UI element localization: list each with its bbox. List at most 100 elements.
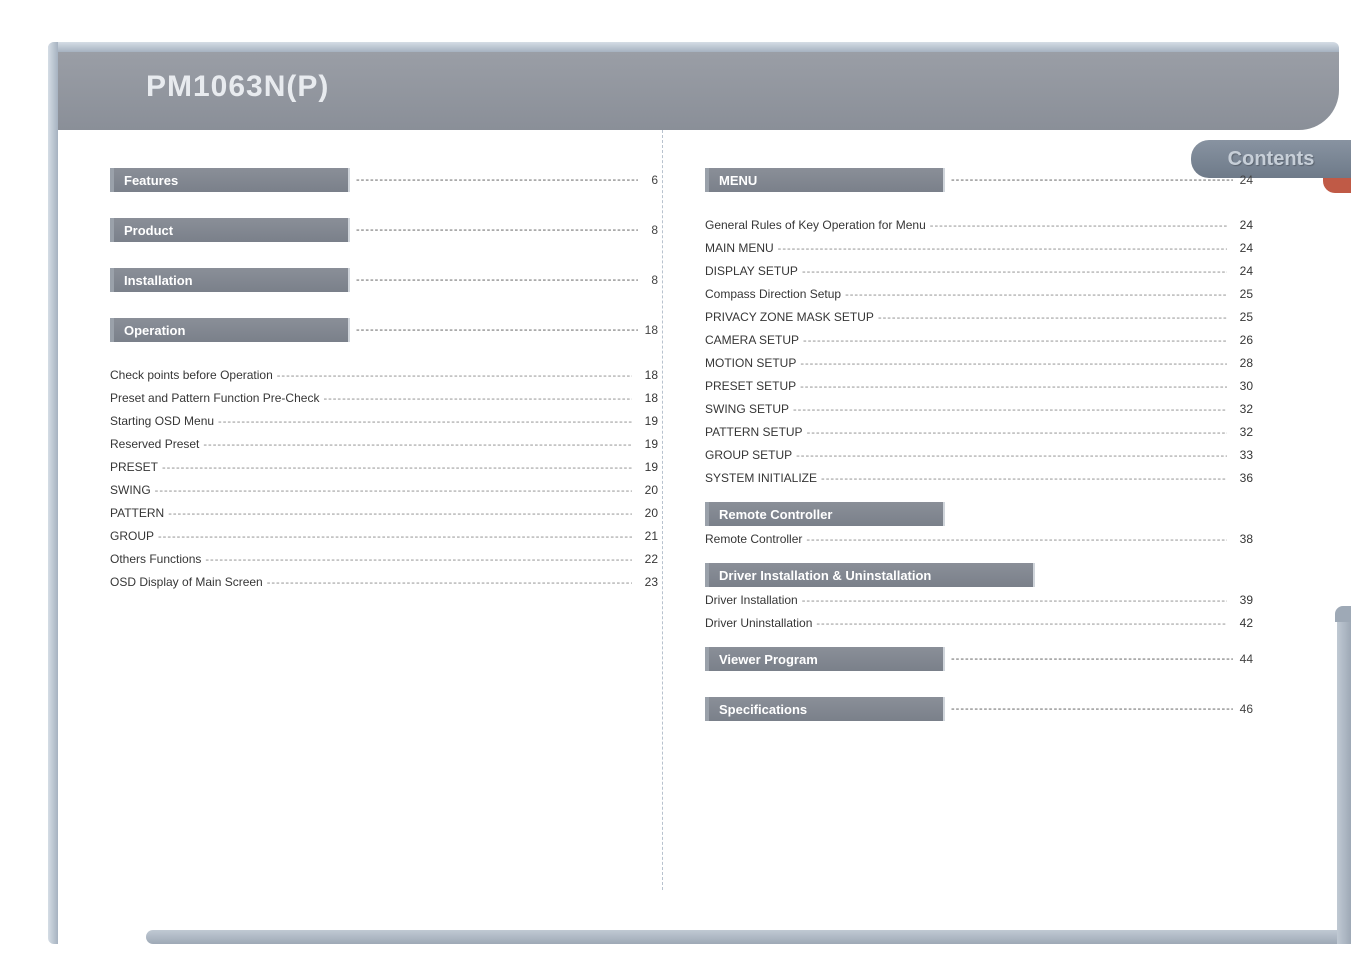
toc-leader: ----------------------------------------… [155, 485, 632, 497]
toc-page: 26 [1227, 333, 1253, 347]
toc-entry: PRESET SETUP----------------------------… [705, 379, 1253, 393]
section-heading: Installation----------------------------… [110, 268, 658, 292]
section-heading: Remote Controller [705, 502, 1253, 526]
section-heading: Driver Installation & Uninstallation [705, 563, 1253, 587]
toc-entry: Compass Direction Setup-----------------… [705, 287, 1253, 301]
section-leader: ----------------------------------------… [945, 703, 1233, 715]
toc-page: 28 [1227, 356, 1253, 370]
toc-leader: ----------------------------------------… [793, 404, 1227, 416]
toc-entry: PRIVACY ZONE MASK SETUP-----------------… [705, 310, 1253, 324]
toc-leader: ----------------------------------------… [845, 289, 1227, 301]
toc-leader: ----------------------------------------… [162, 462, 632, 474]
toc-page: 18 [632, 391, 658, 405]
toc-page: 20 [632, 483, 658, 497]
section-title: Features [110, 168, 350, 192]
section-heading: Specifications--------------------------… [705, 697, 1253, 721]
section-heading: MENU------------------------------------… [705, 168, 1253, 192]
toc-entry: PRESET----------------------------------… [110, 460, 658, 474]
toc-label: Remote Controller [705, 532, 806, 546]
toc-label: Driver Installation [705, 593, 802, 607]
toc-page: 25 [1227, 287, 1253, 301]
toc-page: 42 [1227, 616, 1253, 630]
toc-entry: Check points before Operation-----------… [110, 368, 658, 382]
toc-leader: ----------------------------------------… [203, 439, 632, 451]
toc-page: 30 [1227, 379, 1253, 393]
toc-label: PATTERN SETUP [705, 425, 807, 439]
toc-page: 38 [1227, 532, 1253, 546]
toc-page: 19 [632, 437, 658, 451]
toc-page: 24 [1227, 264, 1253, 278]
toc-label: Driver Uninstallation [705, 616, 816, 630]
frame-top [48, 42, 1339, 52]
toc-entry: Others Functions------------------------… [110, 552, 658, 566]
toc-leader: ----------------------------------------… [218, 416, 632, 428]
section-heading: Features--------------------------------… [110, 168, 658, 192]
toc-entry: GROUP SETUP-----------------------------… [705, 448, 1253, 462]
section-heading: Product---------------------------------… [110, 218, 658, 242]
toc-page: 32 [1227, 425, 1253, 439]
toc-leader: ----------------------------------------… [803, 335, 1227, 347]
toc-leader: ----------------------------------------… [802, 266, 1227, 278]
toc-leader: ----------------------------------------… [800, 381, 1227, 393]
toc-entry: CAMERA SETUP----------------------------… [705, 333, 1253, 347]
toc-page: 19 [632, 460, 658, 474]
toc-label: DISPLAY SETUP [705, 264, 802, 278]
toc-label: SYSTEM INITIALIZE [705, 471, 821, 485]
toc-entry: MOTION SETUP----------------------------… [705, 356, 1253, 370]
toc-leader: ----------------------------------------… [807, 427, 1227, 439]
toc-label: Preset and Pattern Function Pre-Check [110, 391, 323, 405]
toc-leader: ----------------------------------------… [796, 450, 1227, 462]
toc-label: Check points before Operation [110, 368, 277, 382]
toc-leader: ----------------------------------------… [821, 473, 1227, 485]
section-leader: ----------------------------------------… [350, 174, 638, 186]
toc-label: General Rules of Key Operation for Menu [705, 218, 930, 232]
toc-page: 20 [632, 506, 658, 520]
toc-page: 24 [1227, 241, 1253, 255]
toc-leader: ----------------------------------------… [168, 508, 632, 520]
section-leader: ----------------------------------------… [945, 653, 1233, 665]
frame-bottom [146, 930, 1351, 944]
toc-page: 19 [632, 414, 658, 428]
toc-leader: ----------------------------------------… [778, 243, 1227, 255]
toc-label: GROUP SETUP [705, 448, 796, 462]
section-page: 8 [638, 273, 658, 287]
toc-leader: ----------------------------------------… [158, 531, 632, 543]
section-title: Driver Installation & Uninstallation [705, 563, 1035, 587]
toc-page: 23 [632, 575, 658, 589]
section-leader: ----------------------------------------… [350, 324, 638, 336]
toc-entry: Starting OSD Menu-----------------------… [110, 414, 658, 428]
toc-entry: SWING SETUP-----------------------------… [705, 402, 1253, 416]
header-title: PM1063N(P) [146, 70, 329, 104]
right-column: MENU ------------------------------------… [705, 168, 1253, 747]
toc-label: Starting OSD Menu [110, 414, 218, 428]
toc-entry: MAIN MENU-------------------------------… [705, 241, 1253, 255]
toc-page: 25 [1227, 310, 1253, 324]
section-page: 44 [1233, 652, 1253, 666]
toc-entry: PATTERN---------------------------------… [110, 506, 658, 520]
toc-leader: ----------------------------------------… [802, 595, 1227, 607]
toc-page: 39 [1227, 593, 1253, 607]
toc-label: SWING SETUP [705, 402, 793, 416]
section-title: Installation [110, 268, 350, 292]
section-page: 18 [638, 323, 658, 337]
toc-entry: General Rules of Key Operation for Menu-… [705, 218, 1253, 232]
toc-page: 22 [632, 552, 658, 566]
section-page: 46 [1233, 702, 1253, 716]
toc-label: Others Functions [110, 552, 205, 566]
section-title: MENU [705, 168, 945, 192]
toc-page: 21 [632, 529, 658, 543]
toc-entry: GROUP-----------------------------------… [110, 529, 658, 543]
section-title: Product [110, 218, 350, 242]
toc-label: Compass Direction Setup [705, 287, 845, 301]
toc-entry: OSD Display of Main Screen--------------… [110, 575, 658, 589]
toc-page: 36 [1227, 471, 1253, 485]
toc-label: CAMERA SETUP [705, 333, 803, 347]
section-title: Specifications [705, 697, 945, 721]
section-title: Viewer Program [705, 647, 945, 671]
toc-entry: SYSTEM INITIALIZE-----------------------… [705, 471, 1253, 485]
page-divider [662, 130, 663, 890]
toc-label: OSD Display of Main Screen [110, 575, 267, 589]
section-title: Operation [110, 318, 350, 342]
toc-leader: ----------------------------------------… [878, 312, 1227, 324]
toc-leader: ----------------------------------------… [323, 393, 632, 405]
